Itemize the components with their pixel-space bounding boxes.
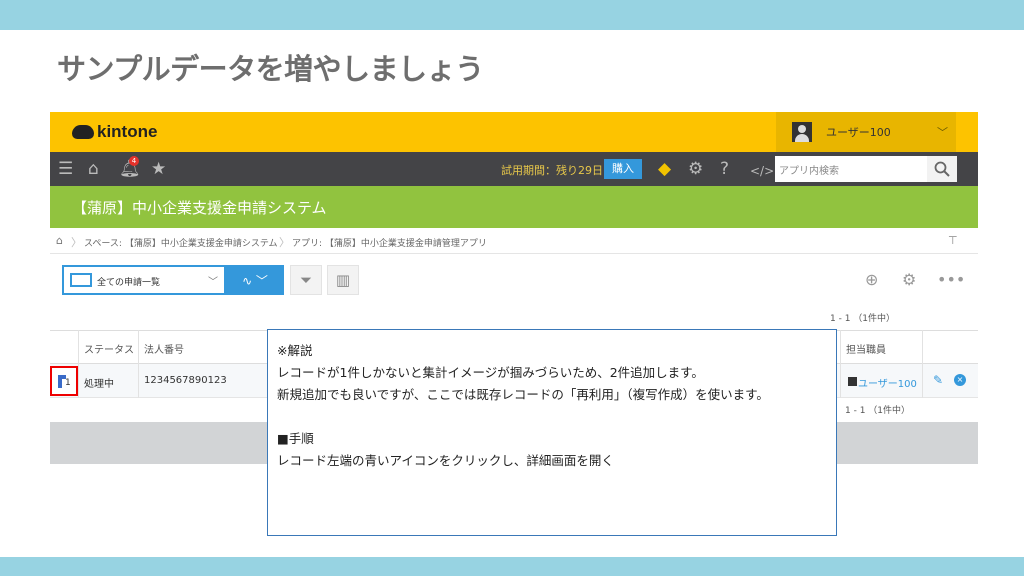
search-button[interactable] — [927, 156, 957, 182]
star-icon[interactable]: ★ — [151, 159, 166, 179]
column-divider — [78, 330, 79, 398]
gear-icon[interactable]: ⚙ — [902, 270, 916, 289]
view-label: 全ての申請一覧 — [97, 278, 161, 288]
delete-icon[interactable]: × — [954, 374, 966, 386]
user-icon — [848, 377, 857, 386]
graph-button[interactable]: ▥ — [327, 265, 359, 295]
status-cell: 処理中 — [84, 379, 114, 390]
kintone-logo[interactable]: kintone — [72, 121, 157, 143]
global-nav: ☰ ⌂ 🔔︎ 4 ★ 試用期間：残り29日 購入 ◆ ⚙ ? </> アプリ内検… — [50, 152, 978, 186]
code-icon[interactable]: </> — [750, 161, 774, 181]
pin-icon[interactable]: ⊤ — [948, 234, 958, 247]
header-bar: kintone ユーザー100 ﹀ — [50, 112, 978, 152]
add-record-icon[interactable]: ⊕ — [865, 270, 878, 289]
breadcrumb-separator: 〉 — [279, 236, 290, 249]
help-icon[interactable]: ? — [720, 159, 729, 179]
breadcrumb-separator: 〉 — [71, 236, 82, 249]
column-header-staff[interactable]: 担当職員 — [846, 341, 886, 356]
notification-badge: 4 — [129, 156, 139, 166]
breadcrumb: ⌂ 〉 スペース: 【蒲原】中小企業支援金申請システム 〉 アプリ: 【蒲原】中… — [50, 228, 978, 254]
column-divider — [138, 330, 139, 398]
user-menu[interactable]: ユーザー100 ﹀ — [776, 112, 956, 152]
callout-heading: ※解説 — [277, 343, 313, 358]
column-divider — [840, 330, 841, 398]
home-icon[interactable]: ⌂ — [88, 159, 99, 179]
table-view-icon — [70, 273, 92, 287]
buy-button[interactable]: 購入 — [604, 159, 642, 179]
callout-line: レコード左端の青いアイコンをクリックし、詳細画面を開く — [277, 453, 614, 468]
kintone-logo-icon — [72, 125, 94, 139]
beginner-mark-icon[interactable]: ◆ — [658, 159, 671, 179]
column-divider — [922, 330, 923, 398]
record-index: 1 — [65, 378, 71, 388]
staff-cell[interactable]: ユーザー100 — [858, 375, 917, 390]
column-header-status[interactable]: ステータス — [84, 341, 134, 356]
slide-title: サンプルデータを増やしましょう — [57, 52, 484, 86]
home-icon[interactable]: ⌂ — [56, 234, 63, 247]
breadcrumb-app[interactable]: アプリ: 【蒲原】中小企業支援金申請管理アプリ — [292, 236, 487, 249]
user-name: ユーザー100 — [826, 126, 891, 139]
space-title[interactable]: 【蒲原】中小企業支援金申請システム — [72, 197, 327, 218]
chevron-down-icon: ﹀ — [208, 277, 218, 288]
callout-line: レコードが1件しかないと集計イメージが掴みづらいため、2件追加します。 — [277, 365, 704, 380]
app-search-input[interactable]: アプリ内検索 — [775, 156, 927, 182]
bottom-band — [0, 557, 1024, 576]
trial-status: 試用期間：残り29日 — [501, 164, 603, 177]
chevron-down-icon: ﹀ — [937, 126, 948, 139]
explanation-callout: ※解説 レコードが1件しかないと集計イメージが掴みづらいため、2件追加します。 … — [267, 329, 837, 536]
callout-steps-heading: ■手順 — [277, 431, 314, 446]
graph-view-button[interactable]: ∿ ﹀ — [226, 265, 284, 295]
callout-spacer — [277, 406, 827, 428]
line-chart-icon: ∿ ﹀ — [242, 273, 268, 288]
space-header: 【蒲原】中小企業支援金申請システム — [50, 186, 978, 228]
record-count-bottom: 1 - 1 （1件中） — [845, 406, 911, 416]
breadcrumb-space[interactable]: スペース: 【蒲原】中小企業支援金申請システム — [84, 236, 278, 249]
column-header-corp-number[interactable]: 法人番号 — [144, 341, 184, 356]
callout-line: 新規追加でも良いですが、ここでは既存レコードの「再利用」（複写作成）を使います。 — [277, 387, 769, 402]
record-count: 1 - 1 （1件中） — [830, 314, 896, 324]
gear-icon[interactable]: ⚙ — [688, 159, 703, 179]
user-avatar-icon — [792, 122, 812, 142]
search-icon — [934, 161, 950, 177]
record-detail-icon[interactable]: 1 — [50, 366, 78, 396]
top-band — [0, 0, 1024, 30]
corp-number-cell: 1234567890123 — [144, 375, 227, 386]
menu-icon[interactable]: ☰ — [58, 159, 73, 179]
edit-pencil-icon[interactable]: ✎ — [933, 373, 943, 387]
logo-text: kintone — [97, 122, 158, 141]
more-options-icon[interactable]: ••• — [937, 270, 965, 289]
view-selector[interactable]: 全ての申請一覧 ﹀ — [62, 265, 226, 295]
bar-chart-icon: ▥ — [335, 271, 351, 289]
filter-icon: ⏷ — [299, 271, 312, 289]
filter-button[interactable]: ⏷ — [290, 265, 322, 295]
